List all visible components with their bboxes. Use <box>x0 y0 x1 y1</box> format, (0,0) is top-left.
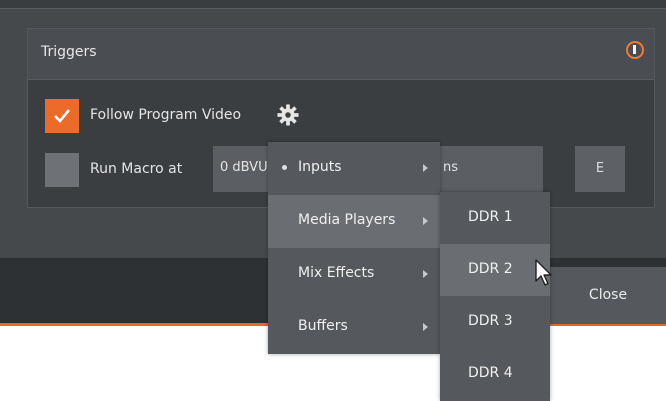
submenu-item-label: DDR 4 <box>468 365 513 381</box>
run-macro-label: Run Macro at <box>90 161 183 177</box>
panel-title: Triggers <box>41 44 97 60</box>
e-button[interactable]: E <box>575 146 625 192</box>
media-players-submenu: DDR 1 DDR 2 DDR 3 DDR 4 <box>440 192 550 401</box>
mouse-cursor-icon <box>535 259 552 286</box>
chevron-right-icon <box>423 164 428 172</box>
chevron-right-icon <box>423 217 428 225</box>
chevron-right-icon <box>423 270 428 278</box>
menu-item-label: Media Players <box>298 212 396 228</box>
level-value: 0 dBVU <box>220 160 268 175</box>
triggers-panel-header: Triggers <box>28 29 654 80</box>
submenu-item-label: DDR 2 <box>468 261 513 277</box>
gear-icon[interactable] <box>277 104 299 126</box>
menu-item-mix-effects[interactable]: Mix Effects <box>268 248 440 301</box>
checkmark-icon <box>54 109 71 123</box>
submenu-item-ddr-4[interactable]: DDR 4 <box>440 348 550 400</box>
close-button[interactable]: Close <box>550 267 666 324</box>
chevron-right-icon <box>423 323 428 331</box>
screen: Triggers Follow Program Video Run Macro … <box>0 0 666 401</box>
dialog-top-strip <box>0 0 666 9</box>
follow-program-video-checkbox[interactable] <box>45 99 79 133</box>
source-context-menu: Inputs Media Players Mix Effects Buffers <box>268 142 440 354</box>
run-macro-checkbox[interactable] <box>45 153 79 187</box>
macro-value-text: ns <box>443 160 459 175</box>
info-icon[interactable] <box>626 41 644 59</box>
bullet-icon <box>282 165 287 170</box>
submenu-item-label: DDR 3 <box>468 313 513 329</box>
follow-program-video-label: Follow Program Video <box>90 107 242 123</box>
submenu-item-ddr-3[interactable]: DDR 3 <box>440 296 550 348</box>
menu-item-inputs[interactable]: Inputs <box>268 142 440 195</box>
menu-item-label: Inputs <box>298 159 342 175</box>
menu-item-buffers[interactable]: Buffers <box>268 301 440 354</box>
menu-item-media-players[interactable]: Media Players <box>268 195 440 248</box>
submenu-item-ddr-1[interactable]: DDR 1 <box>440 192 550 244</box>
menu-item-label: Mix Effects <box>298 265 375 281</box>
menu-item-label: Buffers <box>298 318 348 334</box>
submenu-item-label: DDR 1 <box>468 209 513 225</box>
